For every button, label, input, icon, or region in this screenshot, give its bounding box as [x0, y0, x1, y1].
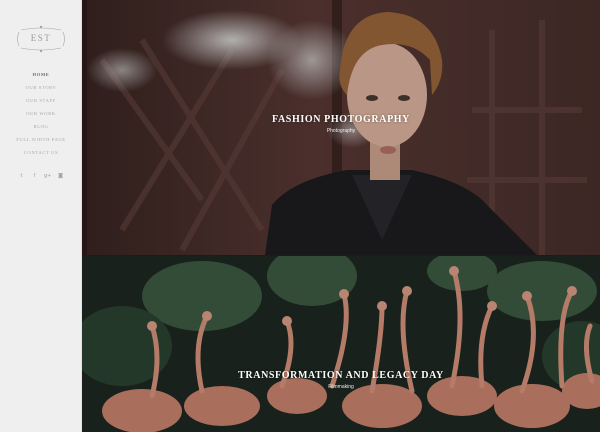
- instagram-icon[interactable]: ◙: [57, 173, 64, 180]
- nav-item-full-width-page[interactable]: Full Width Page: [0, 133, 82, 146]
- google-plus-icon[interactable]: g+: [44, 173, 51, 180]
- site-logo[interactable]: EST: [15, 24, 67, 54]
- tile-title[interactable]: Fashion Photography: [82, 114, 600, 125]
- tile-title[interactable]: Transformation and Legacy Day: [82, 370, 600, 381]
- nav-item-our-staff[interactable]: Our Staff: [0, 94, 82, 107]
- nav-item-contact-us[interactable]: Contact Us: [0, 146, 82, 159]
- nav-item-our-story[interactable]: Our Story: [0, 81, 82, 94]
- tile-caption: Fashion Photography Photography: [82, 114, 600, 134]
- tile-image-flamingos: [82, 256, 600, 432]
- portfolio-tile-transformation[interactable]: Transformation and Legacy Day Filmmaking: [82, 255, 600, 432]
- portfolio-tile-fashion[interactable]: Fashion Photography Photography: [82, 0, 600, 255]
- tile-caption: Transformation and Legacy Day Filmmaking: [82, 370, 600, 390]
- tile-category[interactable]: Photography: [82, 128, 600, 134]
- logo-text: EST: [30, 33, 52, 43]
- main-nav: Home Our Story Our Staff Our Work Blog F…: [0, 68, 82, 159]
- tile-category[interactable]: Filmmaking: [82, 384, 600, 390]
- nav-item-home[interactable]: Home: [0, 68, 82, 81]
- sidebar: EST Home Our Story Our Staff Our Work Bl…: [0, 0, 82, 432]
- nav-item-our-work[interactable]: Our Work: [0, 107, 82, 120]
- twitter-icon[interactable]: t: [18, 173, 25, 180]
- nav-item-blog[interactable]: Blog: [0, 120, 82, 133]
- social-links: t f g+ ◙: [18, 172, 64, 180]
- facebook-icon[interactable]: f: [31, 173, 38, 180]
